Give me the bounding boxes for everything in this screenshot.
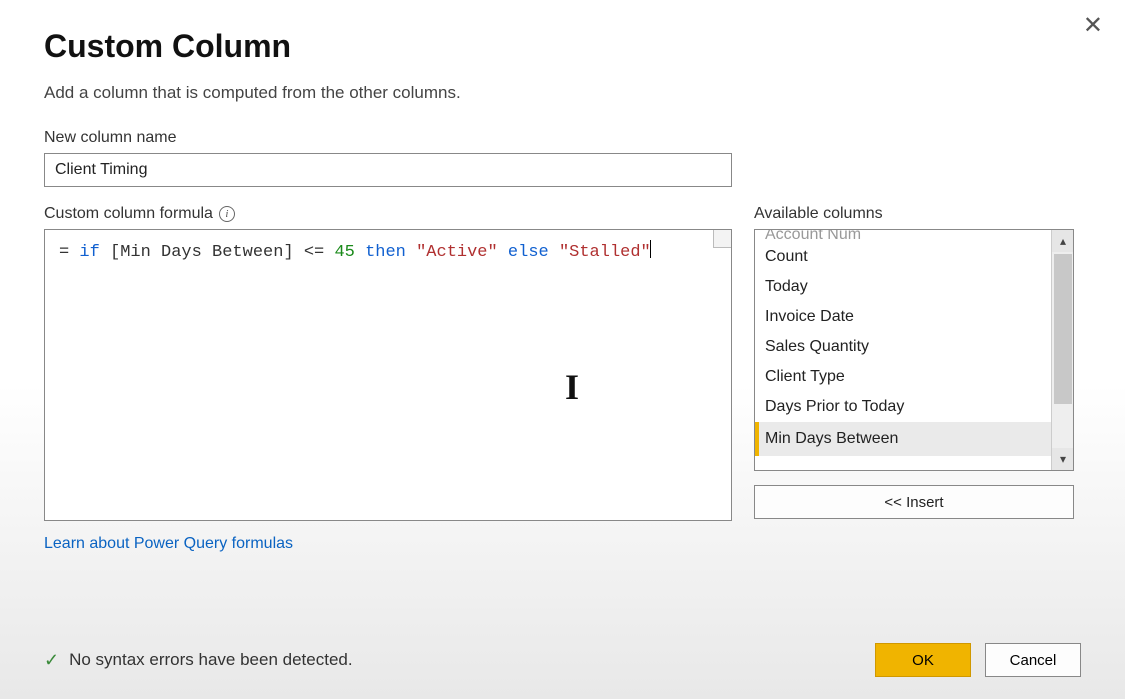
scroll-up-icon[interactable]: ▴ — [1052, 230, 1074, 252]
list-item[interactable]: Client Type — [755, 362, 1051, 392]
check-icon: ✓ — [44, 650, 59, 671]
formula-token-column: [Min Days Between] — [110, 243, 294, 262]
info-icon[interactable]: i — [219, 206, 235, 222]
list-item[interactable]: Today — [755, 272, 1051, 302]
formula-editor[interactable]: = if [Min Days Between] <= 45 then "Acti… — [44, 229, 732, 521]
ok-button[interactable]: OK — [875, 643, 971, 677]
column-name-label: New column name — [44, 129, 1081, 147]
list-item[interactable]: Invoice Date — [755, 302, 1051, 332]
list-item[interactable]: Min Days Between — [755, 422, 1051, 456]
insert-button[interactable]: << Insert — [754, 485, 1074, 519]
formula-scrollbar-stub — [713, 230, 731, 248]
text-caret — [650, 240, 651, 258]
status-text: No syntax errors have been detected. — [69, 650, 353, 670]
list-item[interactable]: Sales Quantity — [755, 332, 1051, 362]
available-columns-label: Available columns — [754, 205, 1074, 223]
formula-token-then: then — [365, 243, 406, 262]
formula-token-op: <= — [304, 243, 324, 262]
ibeam-cursor-icon: I — [565, 360, 579, 414]
status-bar: ✓ No syntax errors have been detected. — [44, 650, 353, 671]
close-icon[interactable]: ✕ — [1083, 14, 1103, 38]
formula-label: Custom column formula — [44, 205, 213, 223]
formula-token-str1: "Active" — [416, 243, 498, 262]
list-item[interactable]: Count — [755, 242, 1051, 272]
available-columns-list[interactable]: Account NumCountTodayInvoice DateSales Q… — [754, 229, 1074, 471]
cancel-button[interactable]: Cancel — [985, 643, 1081, 677]
scrollbar[interactable]: ▴ ▾ — [1051, 230, 1073, 470]
scroll-thumb[interactable] — [1054, 254, 1072, 404]
scroll-down-icon[interactable]: ▾ — [1052, 448, 1074, 470]
list-item-partial[interactable]: Account Num — [755, 229, 1051, 242]
dialog-subtitle: Add a column that is computed from the o… — [44, 83, 1081, 103]
formula-token-str2: "Stalled" — [559, 243, 651, 262]
column-name-input[interactable] — [44, 153, 732, 187]
list-item[interactable]: Days Prior to Today — [755, 392, 1051, 422]
dialog-title: Custom Column — [44, 28, 1081, 65]
learn-link[interactable]: Learn about Power Query formulas — [44, 535, 293, 553]
formula-token-num: 45 — [334, 243, 354, 262]
formula-token-if: if — [79, 243, 99, 262]
formula-token-eq: = — [59, 243, 69, 262]
custom-column-dialog: ✕ Custom Column Add a column that is com… — [0, 0, 1125, 699]
formula-token-else: else — [508, 243, 549, 262]
